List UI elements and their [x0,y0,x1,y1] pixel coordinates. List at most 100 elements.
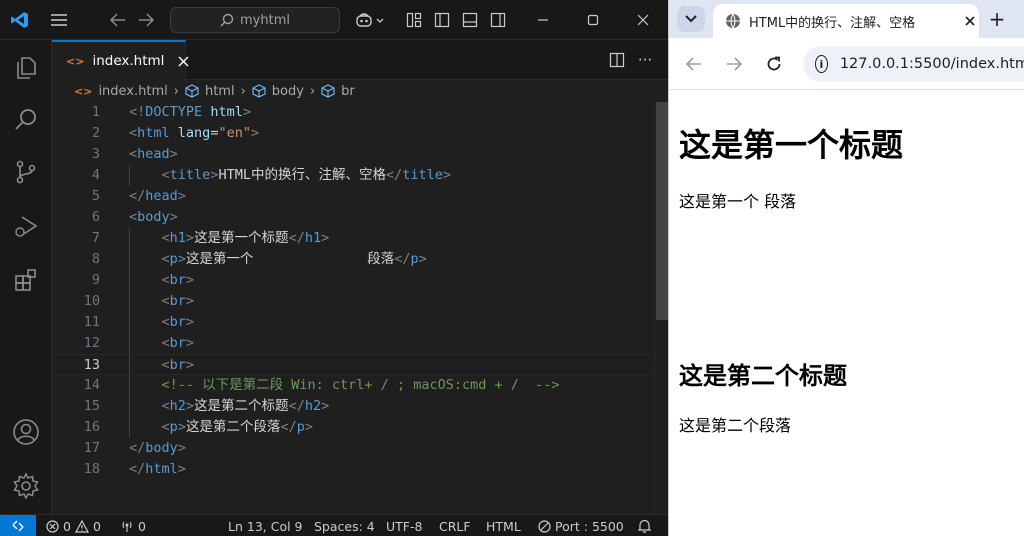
toggle-panel-icon[interactable] [458,0,482,40]
run-debug-icon[interactable] [0,202,52,250]
toggle-secondary-sidebar-icon[interactable] [486,0,510,40]
notifications-bell-icon[interactable] [638,515,651,536]
eol-indicator[interactable]: CRLF [439,515,471,536]
address-bar[interactable]: i 127.0.0.1:5500/index.html [803,46,1024,82]
code-line[interactable]: 3 <head> [52,144,654,165]
code-token: </ [129,461,146,477]
customize-layout-icon[interactable] [402,0,426,40]
breadcrumb-item[interactable]: br [341,84,355,99]
code-token: head [145,188,178,204]
settings-gear-icon[interactable] [0,462,52,510]
code-token: p [296,419,305,435]
code-token: h2 [169,398,186,414]
live-server-port[interactable]: Port : 5500 [538,515,624,536]
code-token: < [161,230,170,246]
code-token: < [129,209,138,225]
command-center-search[interactable]: myhtml [170,7,340,33]
code-token: > [177,251,186,267]
code-line[interactable]: 2 <html lang="en"> [52,123,654,144]
problems-indicator[interactable]: 0 0 [46,515,101,536]
code-line[interactable]: 18 </html> [52,459,654,480]
code-line[interactable]: 15 <h2>这是第二个标题</h2> [52,396,654,417]
cube-icon [185,84,199,98]
close-tab-icon[interactable] [178,56,189,67]
scrollbar-thumb[interactable] [656,102,668,320]
accounts-icon[interactable] [0,408,52,456]
remote-indicator-icon[interactable] [0,515,36,536]
breadcrumb-item[interactable]: html [205,84,235,99]
page-heading-1: 这是第一个标题 [679,126,904,164]
code-token: </ [129,188,146,204]
source-control-icon[interactable] [0,148,52,196]
code-token: > [304,419,313,435]
breadcrumb-item[interactable]: body [272,84,304,99]
code-line[interactable]: 5 </head> [52,186,654,207]
search-sidebar-icon[interactable] [0,96,52,144]
more-actions-icon[interactable]: ··· [634,40,656,80]
code-line[interactable]: 7 <h1>这是第一个标题</h1> [52,228,654,249]
language-mode[interactable]: HTML [486,515,521,536]
code-line[interactable]: 12 <br> [52,333,654,354]
code-line[interactable]: 13 <br> [52,354,654,375]
breadcrumb-item[interactable]: index.html [98,84,167,99]
editor-scrollbar[interactable] [654,102,668,514]
close-window-icon[interactable] [628,0,658,40]
chevron-right-icon: › [309,83,316,99]
tab-index-html[interactable]: <> index.html [52,40,189,80]
line-number: 5 [91,188,100,204]
code-editor[interactable]: 1 <!DOCTYPE html> 2 <html lang="en"> 3 <head>… [52,102,654,514]
error-icon [46,519,59,533]
maximize-icon[interactable] [578,0,608,40]
code-token: body [137,209,170,225]
code-line[interactable]: 1 <!DOCTYPE html> [52,102,654,123]
code-line[interactable]: 6 <body> [52,207,654,228]
browser-forward-icon[interactable] [721,51,747,77]
ports-indicator[interactable]: 0 [120,515,146,536]
code-line[interactable]: 16 <p>这是第二个段落</p> [52,417,654,438]
back-arrow-icon[interactable] [106,0,130,40]
code-token: > [185,398,195,414]
code-line[interactable]: 14 <!-- 以下是第二段 Win: ctrl+ / ; macOS:cmd … [52,375,654,396]
line-number: 14 [83,377,100,393]
code-token: DOCTYPE [145,104,203,120]
code-line[interactable]: 17 </body> [52,438,654,459]
line-number: 13 [83,357,100,373]
code-line[interactable]: 9 <br> [52,270,654,291]
minimize-icon[interactable] [528,0,558,40]
reload-icon[interactable] [761,51,787,77]
code-token: > [177,419,186,435]
browser-tab[interactable]: HTML中的换行、注解、空格 [713,4,979,38]
split-editor-icon[interactable] [606,40,628,80]
line-number: 4 [91,167,100,183]
vscode-window: myhtml <> index.html ··· <> index.html ›… [0,0,668,536]
close-tab-icon[interactable] [965,16,975,26]
code-line[interactable]: 4 <title>HTML中的换行、注解、空格</title> [52,165,654,186]
code-token: h1 [304,230,322,246]
browser-back-icon[interactable] [681,51,707,77]
code-line[interactable]: 10 <br> [52,291,654,312]
encoding-indicator[interactable]: UTF-8 [386,515,422,536]
extensions-icon[interactable] [0,256,52,304]
code-token: 这是第二个段落 [185,419,281,435]
no-entry-icon [538,519,551,533]
cursor-position[interactable]: Ln 13, Col 9 [228,515,303,536]
toggle-primary-sidebar-icon[interactable] [430,0,454,40]
site-info-icon[interactable]: i [815,55,828,73]
code-token: br [169,357,186,373]
line-number: 10 [83,293,100,309]
indentation-indicator[interactable]: Spaces: 4 [314,515,375,536]
line-number: 18 [83,461,100,477]
code-token: > [418,251,427,267]
new-tab-plus-icon[interactable]: + [983,6,1011,32]
tab-search-chevron-icon[interactable] [677,6,705,32]
menu-icon[interactable] [46,0,72,40]
explorer-icon[interactable] [0,44,52,92]
copilot-icon[interactable] [352,0,388,40]
code-line[interactable]: 8 <p>这是第一个 段落</p> [52,249,654,270]
code-line[interactable]: 11 <br> [52,312,654,333]
forward-arrow-icon[interactable] [134,0,158,40]
code-token: title [169,167,211,183]
code-text: <title>HTML中的换行、注解、空格</title> [129,165,451,186]
